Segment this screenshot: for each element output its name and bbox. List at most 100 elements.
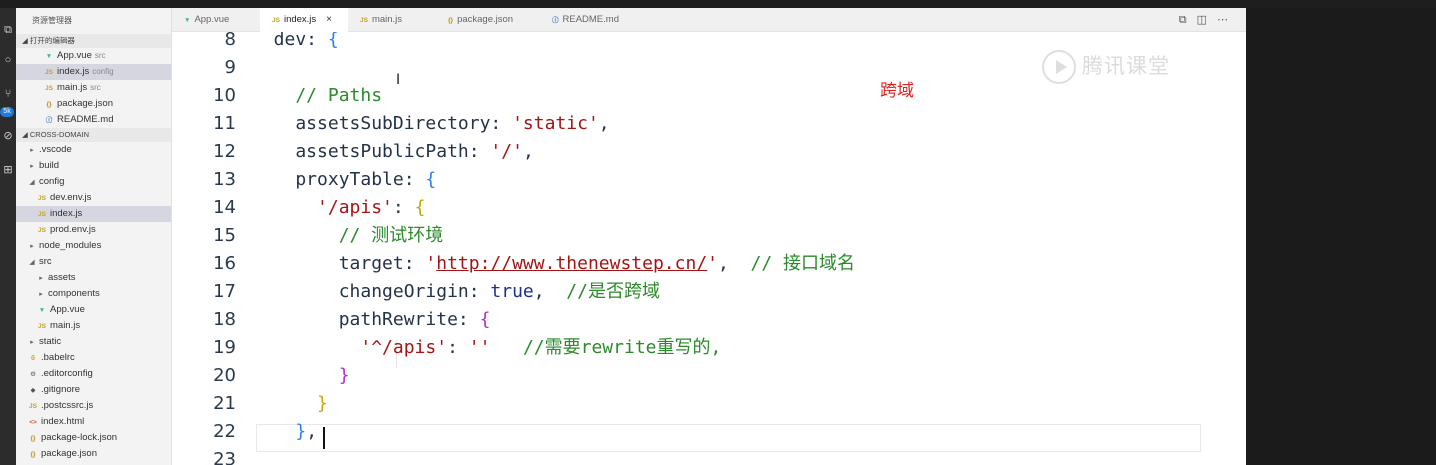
tab-package-json[interactable]: {} package.json [436,8,540,32]
tree-item-name: .babelrc [41,352,75,363]
code-line: changeOrigin: true, //是否跨域 [252,278,1246,306]
tree-file[interactable]: б .babelrc [16,350,171,366]
line-number: 20 [213,365,236,386]
tree-file[interactable]: <> index.html [16,414,171,430]
line-number: 14 [213,197,236,218]
code-line: }, [252,418,1246,446]
code-token: , [522,141,534,162]
tree-file[interactable]: JS prod.env.js [16,222,171,238]
tree-file[interactable]: ⚙ .editorconfig [16,366,171,382]
tree-folder[interactable]: ▸ .vscode [16,142,171,158]
tree-file[interactable]: ◆ .gitignore [16,382,171,398]
tab-label: index.js [283,14,317,25]
open-editor-name: App.vue [57,50,92,61]
json-icon: {} [30,451,36,458]
source-control-icon[interactable]: ⑂ [0,86,16,102]
open-editor-name: main.js [57,82,88,93]
more-actions-icon[interactable]: ⋯ [1217,14,1238,26]
code-token: '^/apis' [252,337,448,358]
tree-file[interactable]: JS index.js [16,206,171,222]
chevron-right-icon: ▸ [30,339,34,346]
code-token: ' [425,253,437,274]
tree-folder[interactable]: ▸ static [16,334,171,350]
code-token: 'static' [512,113,599,134]
tree-folder[interactable]: ▸ assets [16,270,171,286]
open-preview-icon[interactable]: ⧉ [1179,14,1197,26]
code-token: '/' [490,141,523,162]
split-editor-icon[interactable]: ◫ [1197,14,1217,26]
tree-file[interactable]: ▼ App.vue [16,302,171,318]
tree-item-name: package-lock.json [41,432,118,443]
open-editor-item[interactable]: JS index.js config [16,64,171,80]
tree-file[interactable]: JS .postcssrc.js [16,398,171,414]
tree-folder[interactable]: ▸ build [16,158,171,174]
open-editor-item[interactable]: ▼ App.vue src [16,48,171,64]
explorer-icon[interactable]: ⧉ [0,22,16,38]
tab-main-js[interactable]: JS main.js [348,8,436,32]
code-token: '/apis' [252,197,393,218]
line-number: 21 [213,393,236,414]
tree-folder[interactable]: ▸ node_modules [16,238,171,254]
tab-actions: ⧉◫⋯ [1179,8,1238,32]
debug-icon[interactable]: ⊘ [0,128,16,144]
code-token: assetsPublicPath: [252,141,491,162]
line-number: 18 [213,309,236,330]
code-token: , [598,113,610,134]
tree-item-name: prod.env.js [50,224,96,235]
open-editors-header[interactable]: ◢ 打开的编辑器 [16,34,171,48]
tab-index-js[interactable]: JS index.js × [260,8,348,32]
line-number: 16 [213,253,236,274]
extensions-icon[interactable]: ⊞ [0,162,16,178]
js-icon: JS [38,195,46,202]
open-editor-item[interactable]: JS main.js src [16,80,171,96]
open-editor-name: README.md [57,114,114,125]
line-number: 11 [213,113,236,134]
tree-folder[interactable]: ▸ components [16,286,171,302]
chevron-right-icon: ▸ [39,275,43,282]
code-token: //需要rewrite重写的, [490,337,722,358]
code-token: proxyTable: [252,169,426,190]
code-token: { [327,32,339,50]
code-token: , [533,281,567,302]
vue-icon: ▼ [38,307,46,314]
tree-file[interactable]: JS dev.env.js [16,190,171,206]
code-token: { [479,309,491,330]
code-token: : [447,337,469,358]
json-icon: {} [46,101,52,108]
tree-file[interactable]: JS main.js [16,318,171,334]
js-icon: JS [29,403,37,410]
tree-item-name: .vscode [39,144,72,155]
code-token: // 测试环境 [252,225,444,246]
tree-item-name: index.js [50,208,83,219]
line-number: 23 [213,449,236,465]
close-icon[interactable]: × [326,14,332,25]
code-token: changeOrigin: [252,281,491,302]
tree-item-name: package.json [41,448,97,459]
tree-file[interactable]: {} package-lock.json [16,430,171,446]
open-editors-list: ▼ App.vue src JS index.js config JS main.js src {… [16,48,171,128]
line-number: 8 [224,32,236,50]
code-token: ' [707,253,719,274]
tree-item-name: node_modules [39,240,102,251]
line-number: 13 [213,169,236,190]
tree-item-name: static [39,336,62,347]
chevron-down-icon: ◢ [29,259,35,266]
open-editor-item[interactable]: ⓘ README.md [16,112,171,128]
editor-tab-bar: ▼ App.vue JS index.js × JS main.js{} package.js… [172,8,1246,32]
js-icon: JS [45,85,53,92]
line-number: 9 [224,57,236,78]
open-editor-item[interactable]: {} package.json [16,96,171,112]
chevron-right-icon: ▸ [39,291,43,298]
code-line: } [252,390,1246,418]
code-editor[interactable]: 8 dev: {9 10 // Paths 11 assetsSubDirector… [172,32,1246,465]
open-editor-hint: src [90,83,101,92]
tree-folder[interactable]: ◢ config [16,174,171,190]
tree-folder[interactable]: ◢ src [16,254,171,270]
project-header[interactable]: ◢ CROSS-DOMAIN [16,128,171,142]
search-icon[interactable]: ○ [0,52,16,68]
window-top-strip [0,0,1436,8]
tab-readme-md[interactable]: ⓘ README.md [540,8,650,32]
tree-file[interactable]: {} package.json [16,446,171,462]
open-editor-hint: config [92,67,114,76]
tab-app-vue[interactable]: ▼ App.vue [172,8,260,32]
